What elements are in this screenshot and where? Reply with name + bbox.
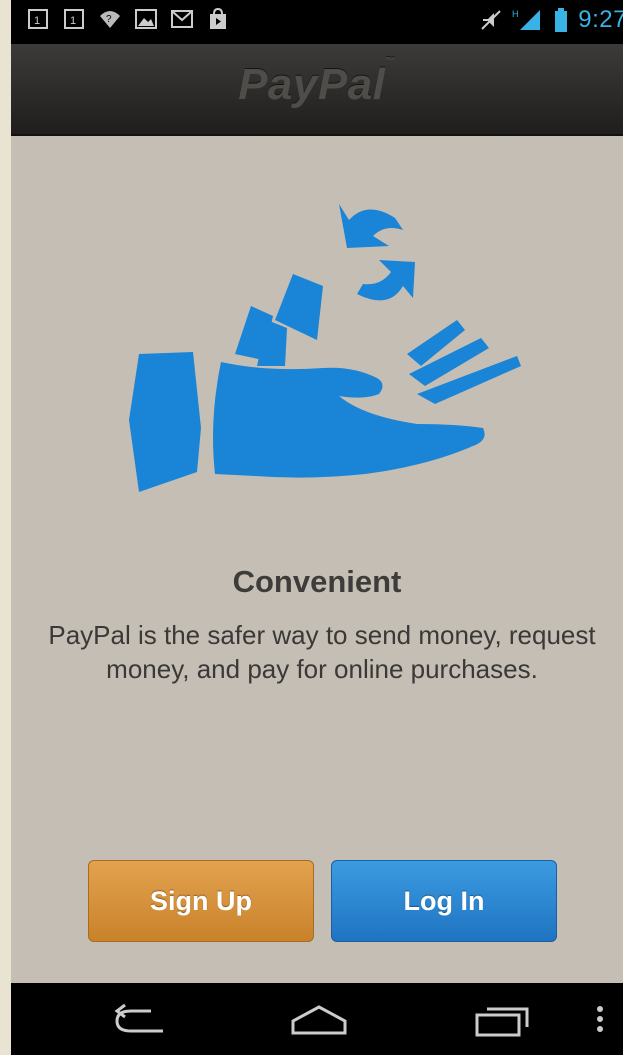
wifi-question-icon: ? bbox=[99, 8, 121, 30]
status-bar: 1 1 ? H 9:27 bbox=[11, 0, 623, 44]
svg-text:H: H bbox=[512, 9, 519, 19]
notification-1-icon: 1 bbox=[27, 8, 49, 30]
back-icon[interactable] bbox=[111, 1003, 171, 1044]
feature-description: PayPal is the safer way to send money, r… bbox=[48, 620, 596, 684]
image-icon bbox=[135, 8, 157, 30]
recent-apps-icon[interactable] bbox=[473, 1003, 533, 1044]
signal-icon: H bbox=[512, 9, 544, 31]
notification-icons: 1 1 ? bbox=[27, 8, 229, 30]
store-bag-icon bbox=[207, 8, 229, 30]
sign-up-button[interactable]: Sign Up bbox=[88, 860, 314, 942]
home-icon[interactable] bbox=[289, 1003, 349, 1044]
hand-money-icon bbox=[129, 204, 521, 492]
svg-text:1: 1 bbox=[70, 15, 76, 27]
app-screen: 1 1 ? H 9:27 PayPal™ Convenient PayPal i… bbox=[11, 0, 623, 1055]
onboarding-panel: Convenient PayPal is the safer way to se… bbox=[11, 136, 623, 758]
paypal-logo: PayPal™ bbox=[238, 56, 396, 109]
feature-heading: Convenient bbox=[232, 564, 402, 599]
svg-text:?: ? bbox=[106, 14, 112, 25]
mute-icon bbox=[480, 9, 502, 31]
navigation-bar bbox=[11, 983, 623, 1055]
battery-icon bbox=[554, 8, 568, 32]
svg-text:1: 1 bbox=[34, 15, 40, 27]
clock: 9:27 bbox=[578, 6, 623, 33]
app-header: PayPal™ bbox=[11, 44, 623, 136]
system-status: H 9:27 bbox=[480, 6, 623, 34]
overflow-menu-icon[interactable] bbox=[595, 1003, 605, 1044]
notification-1-icon: 1 bbox=[63, 8, 85, 30]
gmail-icon bbox=[171, 8, 193, 30]
log-in-button[interactable]: Log In bbox=[331, 860, 557, 942]
